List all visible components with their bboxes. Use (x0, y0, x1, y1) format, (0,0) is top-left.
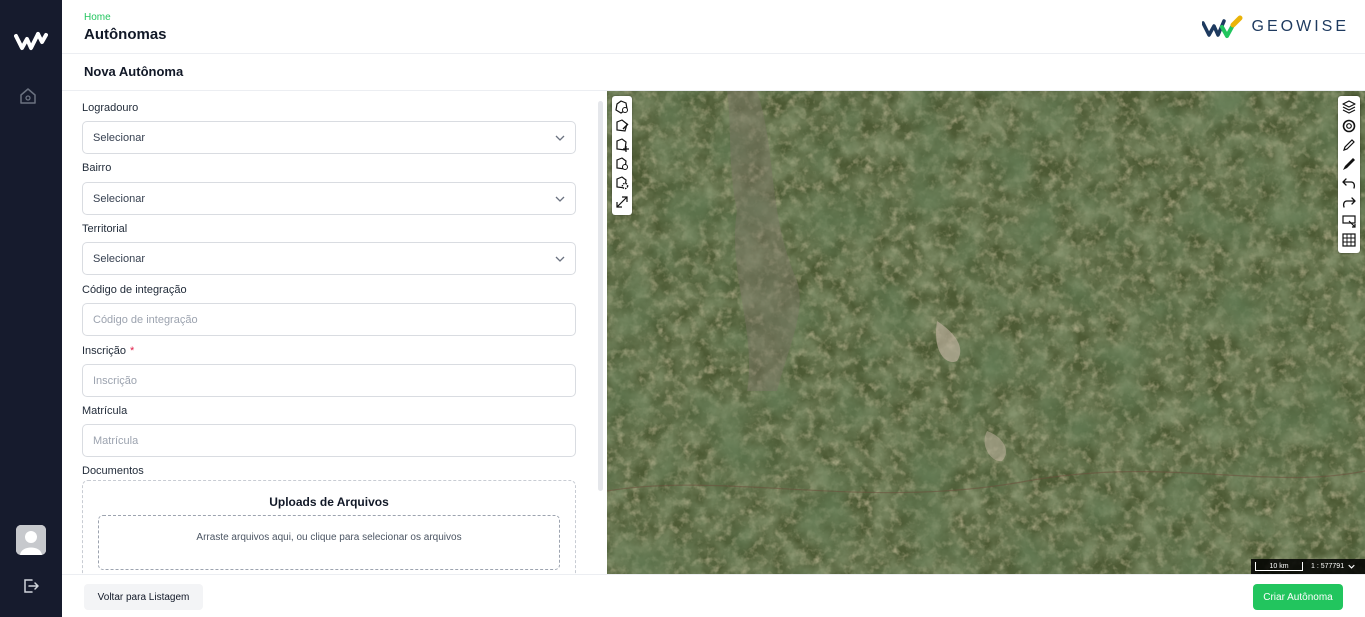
inscricao-label: Inscrição * (82, 345, 134, 357)
documentos-label: Documentos (82, 465, 144, 477)
inscricao-input[interactable] (82, 364, 576, 397)
layers-icon[interactable] (1341, 99, 1357, 115)
add-polygon-icon[interactable] (614, 137, 630, 153)
home-icon[interactable] (18, 86, 38, 106)
codigo-integracao-input[interactable] (82, 303, 576, 336)
territorial-select[interactable]: Selecionar (82, 242, 576, 275)
scale-bar-label: 10 km (1269, 562, 1289, 570)
map-tools-toolbar (1338, 96, 1360, 253)
upload-title: Uploads de Arquivos (269, 495, 389, 509)
redo-icon[interactable] (1341, 194, 1357, 210)
form-footer: Voltar para Listagem Criar Autônoma (62, 574, 1365, 617)
logradouro-value: Selecionar (93, 131, 145, 144)
matricula-input[interactable] (82, 424, 576, 457)
matricula-label: Matrícula (82, 405, 128, 417)
undo-icon[interactable] (1341, 175, 1357, 191)
create-autonoma-button[interactable]: Criar Autônoma (1253, 584, 1343, 610)
map-scale: 10 km 1 : 577791 (1251, 559, 1365, 574)
brand-logo: GEOWISE (1201, 14, 1349, 40)
avatar[interactable] (16, 525, 46, 555)
form-title: Nova Autônoma (84, 64, 184, 79)
bairro-label: Bairro (82, 162, 112, 174)
page-title: Autônomas (84, 26, 167, 43)
edit-polygon-icon[interactable] (614, 118, 630, 134)
search-polygon-icon[interactable] (614, 156, 630, 172)
brush-icon[interactable] (1341, 156, 1357, 172)
chevron-down-icon[interactable] (1348, 563, 1355, 570)
expand-icon[interactable] (614, 194, 630, 210)
scale-ratio[interactable]: 1 : 577791 (1311, 563, 1344, 570)
select-area-icon[interactable] (1341, 213, 1357, 229)
geowise-logo-icon (1201, 15, 1243, 38)
pencil-icon[interactable] (1341, 137, 1357, 153)
satellite-map[interactable]: 10 km 1 : 577791 (607, 91, 1365, 574)
app-logo-icon[interactable] (14, 30, 48, 52)
file-dropzone[interactable]: Arraste arquivos aqui, ou clique para se… (98, 515, 560, 570)
form-scrollbar[interactable] (598, 101, 603, 491)
chevron-down-icon (555, 135, 565, 141)
territorial-label: Territorial (82, 223, 128, 235)
back-to-list-button[interactable]: Voltar para Listagem (84, 584, 203, 610)
inscricao-label-text: Inscrição (82, 345, 127, 357)
sidebar (0, 0, 62, 617)
bairro-select[interactable]: Selecionar (82, 182, 576, 215)
breadcrumb-home[interactable]: Home (84, 12, 111, 23)
autonoma-form: Logradouro Selecionar Bairro Selecionar … (62, 91, 607, 574)
scale-bar: 10 km (1255, 562, 1303, 571)
chevron-down-icon (555, 256, 565, 262)
chevron-down-icon (555, 196, 565, 202)
required-mark: * (130, 345, 135, 357)
grid-icon[interactable] (1341, 232, 1357, 248)
settings-polygon-icon[interactable] (614, 175, 630, 191)
app-root: Home Autônomas GEOWISE Nova Autônoma Log… (0, 0, 1365, 617)
user-avatar-icon (16, 525, 46, 555)
bairro-value: Selecionar (93, 192, 145, 205)
form-header: Nova Autônoma (62, 54, 1365, 91)
logout-icon[interactable] (22, 577, 40, 595)
top-header: Home Autônomas GEOWISE (62, 0, 1365, 54)
brand-name: GEOWISE (1251, 18, 1349, 35)
lifebuoy-icon[interactable] (1341, 118, 1357, 134)
dropzone-text: Arraste arquivos aqui, ou clique para se… (196, 532, 462, 543)
logradouro-label: Logradouro (82, 102, 139, 114)
map-draw-toolbar (612, 96, 632, 215)
codigo-label: Código de integração (82, 284, 187, 296)
satellite-imagery (607, 91, 1365, 574)
territorial-value: Selecionar (93, 252, 145, 265)
draw-polygon-icon[interactable] (614, 99, 630, 115)
logradouro-select[interactable]: Selecionar (82, 121, 576, 154)
upload-section: Uploads de Arquivos Arraste arquivos aqu… (82, 480, 576, 574)
